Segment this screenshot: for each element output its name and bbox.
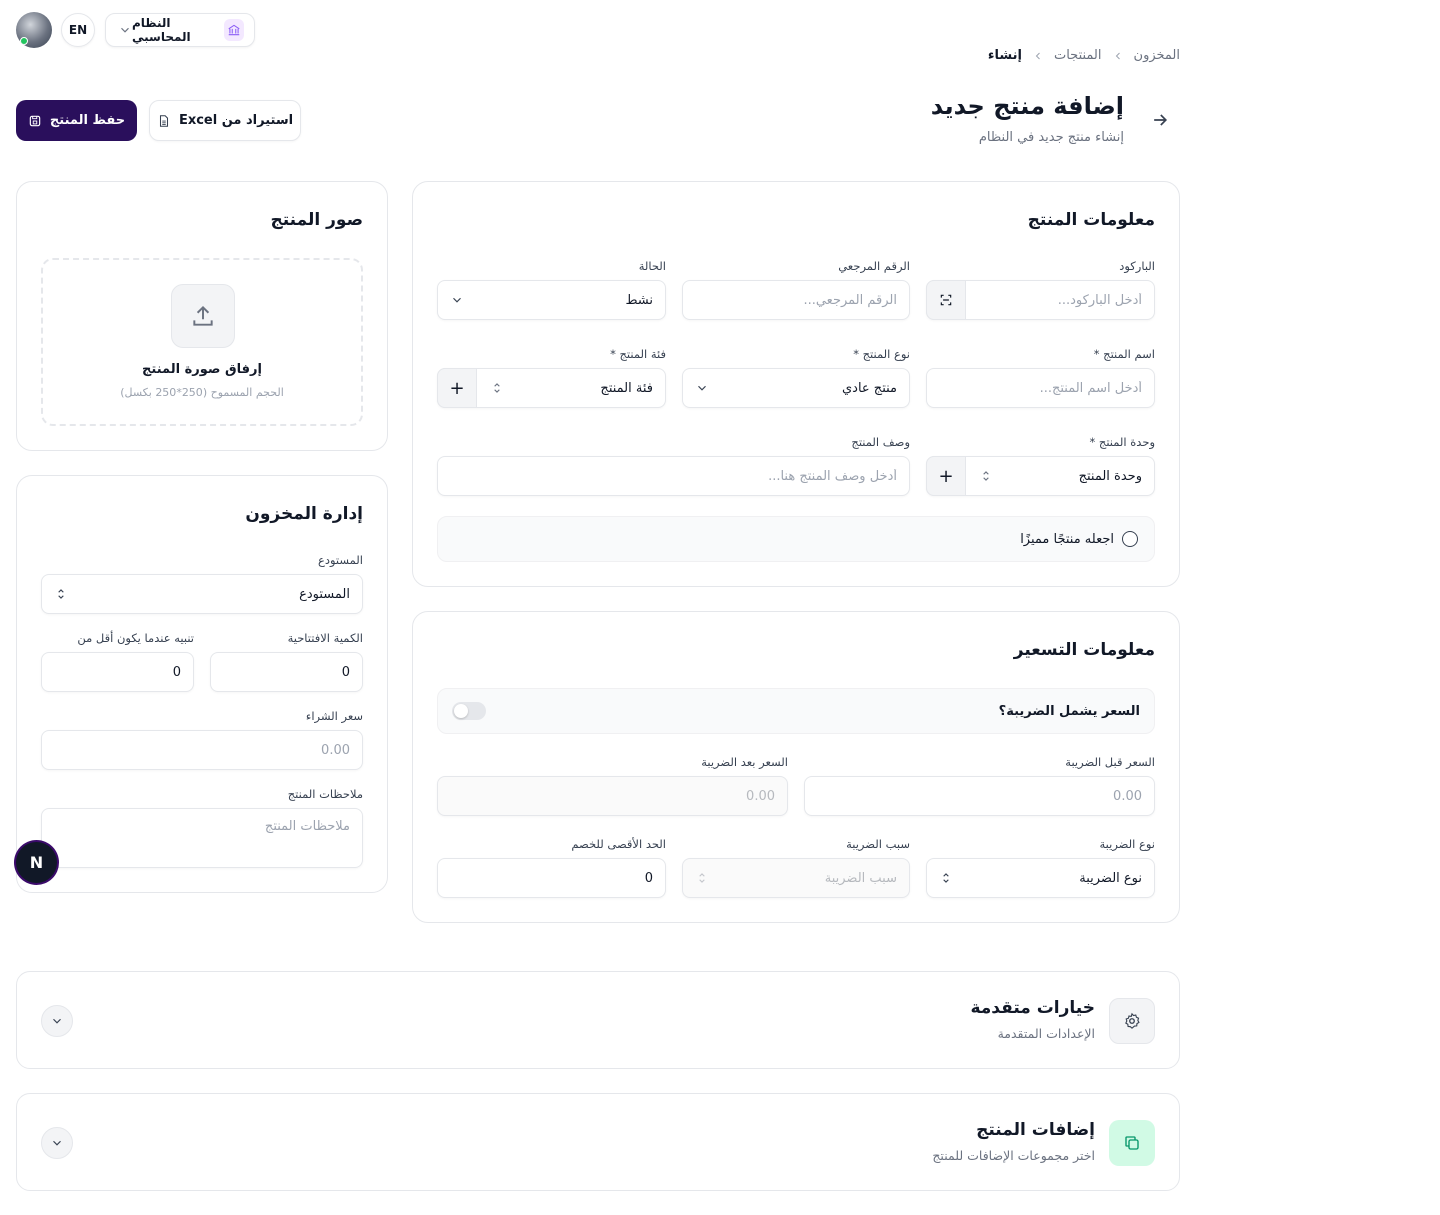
system-switcher-label: النظام المحاسبي xyxy=(132,16,191,44)
save-label: حفظ المنتج xyxy=(49,113,126,128)
save-product-button[interactable]: حفظ المنتج xyxy=(16,100,137,141)
page-title: إضافة منتج جديد xyxy=(930,92,1124,120)
reference-input[interactable]: الرقم المرجعي... xyxy=(682,280,910,320)
purchase-price-label: سعر الشراء xyxy=(305,709,363,723)
inventory-title: إدارة المخزون xyxy=(245,504,363,524)
online-status-dot xyxy=(20,37,28,45)
product-info-title: معلومات المنتج xyxy=(1027,210,1155,230)
breadcrumb-products[interactable]: المنتجات xyxy=(1054,48,1102,63)
add-unit-button[interactable]: + xyxy=(926,456,966,496)
chevrons-up-down-icon xyxy=(494,383,500,393)
add-category-button[interactable]: + xyxy=(437,368,477,408)
purchase-price-input[interactable]: 0.00 xyxy=(41,730,363,770)
import-label: استيراد من Excel xyxy=(178,113,294,128)
featured-product-row[interactable]: اجعله منتجًا مميزًا xyxy=(437,516,1155,562)
settings-icon xyxy=(1109,998,1155,1044)
arrow-right-icon[interactable] xyxy=(1150,110,1170,130)
product-addons-subtitle: اختر مجموعات الإضافات للمنتج xyxy=(932,1148,1095,1163)
price-before-label: السعر قبل الضريبة xyxy=(1065,755,1155,769)
product-name-input[interactable]: أدخل اسم المنتج... xyxy=(926,368,1155,408)
unit-label: وحدة المنتج * xyxy=(1089,435,1156,449)
description-input[interactable]: أدخل وصف المنتج هنا... xyxy=(437,456,910,496)
upload-hint: الحجم المسموح (250*250 بكسل) xyxy=(120,386,284,399)
status-select[interactable]: نشط xyxy=(437,280,666,320)
scan-icon xyxy=(940,294,952,306)
advanced-options-section[interactable]: خيارات متقدمة الإعدادات المتقدمة xyxy=(16,971,1180,1069)
tax-inclusive-label: السعر يشمل الضريبة؟ xyxy=(998,703,1140,719)
product-type-select[interactable]: منتج عادي xyxy=(682,368,910,408)
price-after-label: السعر بعد الضريبة xyxy=(701,755,788,769)
price-before-input[interactable]: 0.00 xyxy=(804,776,1155,816)
chevron-down-icon xyxy=(698,385,706,391)
chevron-left-icon xyxy=(1035,52,1040,59)
product-name-label: اسم المنتج * xyxy=(1093,347,1155,361)
opening-qty-input[interactable]: 0 xyxy=(210,652,363,692)
reference-label: الرقم المرجعي xyxy=(838,259,910,273)
breadcrumb: المخزون المنتجات إنشاء xyxy=(988,48,1180,63)
breadcrumb-current: إنشاء xyxy=(987,48,1022,63)
notes-textarea[interactable]: ملاحظات المنتج xyxy=(41,808,363,868)
save-icon xyxy=(29,115,41,126)
featured-label: اجعله منتجًا مميزًا xyxy=(1020,531,1114,547)
tax-type-label: نوع الضريبة xyxy=(1099,837,1155,851)
expand-advanced-button[interactable] xyxy=(41,1005,73,1037)
chevrons-up-down-icon xyxy=(58,589,64,599)
warehouse-select[interactable]: المستودع xyxy=(41,574,363,614)
product-addons-title: إضافات المنتج xyxy=(976,1120,1095,1140)
expand-addons-button[interactable] xyxy=(41,1127,73,1159)
chevrons-up-down-icon xyxy=(983,471,989,481)
product-addons-section[interactable]: إضافات المنتج اختر مجموعات الإضافات للمن… xyxy=(16,1093,1180,1191)
floating-action-button[interactable]: N xyxy=(16,842,57,883)
featured-checkbox[interactable] xyxy=(1122,531,1138,547)
tax-type-select[interactable]: نوع الضريبة xyxy=(926,858,1155,898)
chevrons-up-down-icon xyxy=(699,873,705,883)
chevron-down-icon xyxy=(53,1018,61,1024)
price-after-input: 0.00 xyxy=(437,776,788,816)
max-discount-input[interactable]: 0 xyxy=(437,858,666,898)
chevron-down-icon xyxy=(453,297,461,303)
chevron-down-icon xyxy=(121,27,129,33)
warehouse-label: المستودع xyxy=(317,553,363,567)
tax-reason-select: سبب الضريبة xyxy=(682,858,910,898)
product-images-title: صور المنتج xyxy=(270,210,363,230)
opening-qty-label: الكمية الافتتاحية xyxy=(287,631,363,645)
language-toggle-button[interactable]: EN xyxy=(61,13,95,47)
tax-reason-label: سبب الضريبة xyxy=(846,837,910,851)
alert-below-label: تنبيه عندما يكون أقل من xyxy=(77,631,194,645)
breadcrumb-inventory[interactable]: المخزون xyxy=(1134,48,1180,63)
plus-icon: + xyxy=(449,377,465,399)
copy-icon xyxy=(1109,1120,1155,1166)
pricing-title: معلومات التسعير xyxy=(1013,640,1155,660)
import-excel-button[interactable]: استيراد من Excel xyxy=(149,100,301,141)
advanced-options-title: خيارات متقدمة xyxy=(970,998,1095,1018)
chevron-left-icon xyxy=(1115,52,1120,59)
status-label: الحالة xyxy=(638,259,666,273)
upload-title: إرفاق صورة المنتج xyxy=(142,362,262,377)
alert-below-input[interactable]: 0 xyxy=(41,652,194,692)
plus-icon: + xyxy=(938,465,954,487)
barcode-label: الباركود xyxy=(1119,259,1155,273)
avatar[interactable] xyxy=(16,12,52,48)
page-subtitle: إنشاء منتج جديد في النظام xyxy=(978,130,1124,145)
image-upload-dropzone[interactable]: إرفاق صورة المنتج الحجم المسموح (250*250… xyxy=(41,258,363,426)
tax-inclusive-toggle[interactable] xyxy=(452,702,486,720)
chevrons-up-down-icon xyxy=(943,873,949,883)
max-discount-label: الحد الأقصى للخصم xyxy=(571,837,666,851)
chevron-down-icon xyxy=(53,1140,61,1146)
file-spreadsheet-icon xyxy=(159,114,168,127)
tax-inclusive-row: السعر يشمل الضريبة؟ xyxy=(437,688,1155,734)
upload-icon xyxy=(171,284,235,348)
description-label: وصف المنتج xyxy=(851,435,910,449)
category-label: فئة المنتج * xyxy=(610,347,666,361)
system-switcher-button[interactable]: النظام المحاسبي xyxy=(105,13,255,47)
notes-label: ملاحظات المنتج xyxy=(287,787,363,801)
product-type-label: نوع المنتج * xyxy=(853,347,910,361)
scan-barcode-button[interactable] xyxy=(926,280,966,320)
bank-icon xyxy=(224,19,244,41)
advanced-options-subtitle: الإعدادات المتقدمة xyxy=(997,1026,1095,1041)
